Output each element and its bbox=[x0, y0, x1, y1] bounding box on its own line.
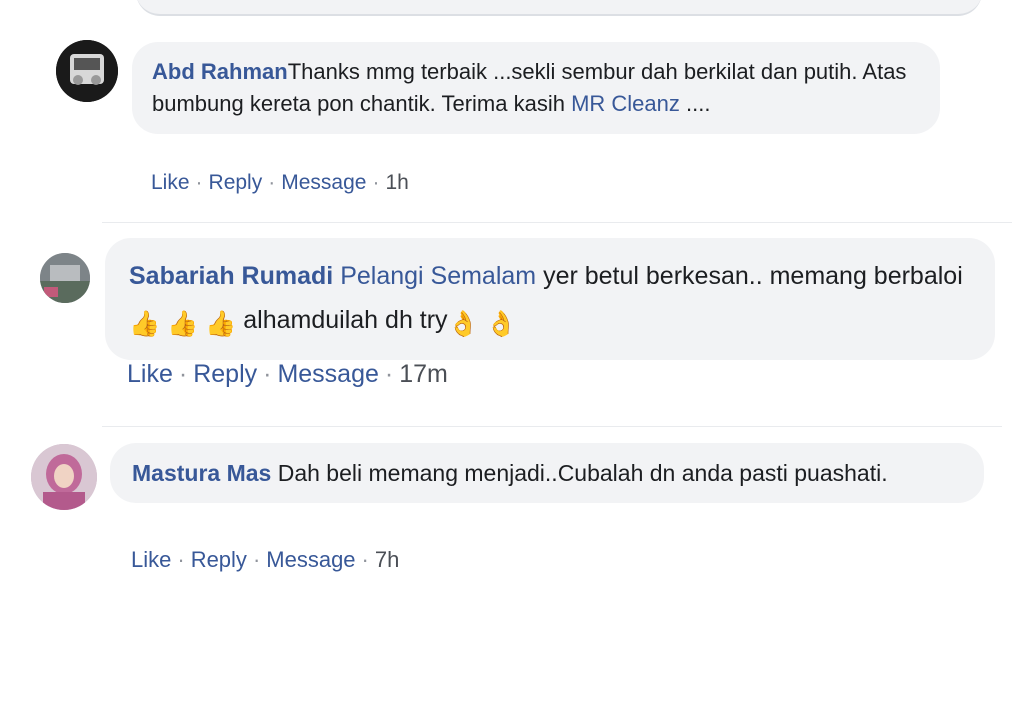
message-button[interactable]: Message bbox=[277, 360, 378, 388]
avatar-image bbox=[31, 444, 97, 510]
separator: · bbox=[268, 171, 276, 194]
comment-author[interactable]: Mastura Mas bbox=[132, 460, 271, 486]
comment-divider bbox=[102, 426, 1002, 427]
comment-actions: Like · Reply · Message · 7h bbox=[131, 547, 399, 573]
like-button[interactable]: Like bbox=[127, 360, 173, 388]
separator: · bbox=[178, 360, 188, 388]
comment-actions: Like · Reply · Message · 1h bbox=[151, 171, 409, 195]
mention-link[interactable]: MR Cleanz bbox=[571, 91, 680, 116]
separator: · bbox=[361, 547, 369, 572]
thumbs-up-icon: 👍 bbox=[205, 310, 237, 338]
separator: · bbox=[177, 547, 185, 572]
reply-button[interactable]: Reply bbox=[191, 547, 247, 572]
avatar[interactable] bbox=[56, 40, 118, 102]
separator: · bbox=[384, 360, 394, 388]
ok-hand-icon: 👌 bbox=[485, 310, 517, 338]
comment-timestamp[interactable]: 1h bbox=[385, 171, 408, 194]
separator: · bbox=[263, 360, 272, 388]
avatar[interactable] bbox=[31, 444, 97, 510]
reply-button[interactable]: Reply bbox=[209, 171, 263, 194]
separator: · bbox=[195, 171, 203, 194]
message-button[interactable]: Message bbox=[281, 171, 366, 194]
comment-bubble: Mastura Mas Dah beli memang menjadi..Cub… bbox=[110, 443, 984, 503]
comment-text: Dah beli memang menjadi..Cubalah dn anda… bbox=[277, 460, 888, 486]
comment-timestamp[interactable]: 7h bbox=[375, 547, 399, 572]
avatar[interactable] bbox=[40, 253, 90, 303]
reply-button[interactable]: Reply bbox=[193, 360, 257, 388]
thumbs-up-icon: 👍 bbox=[129, 310, 161, 338]
comment-text-tail: alhamduilah dh try bbox=[236, 306, 448, 334]
separator: · bbox=[252, 547, 261, 572]
like-button[interactable]: Like bbox=[151, 171, 190, 194]
avatar-image bbox=[40, 253, 90, 303]
comment-bubble: Sabariah Rumadi Pelangi Semalam yer betu… bbox=[105, 238, 995, 360]
avatar-image bbox=[56, 40, 118, 102]
comment-text-tail: .... bbox=[679, 91, 711, 116]
comment-text: yer betul berkesan.. memang berbaloi bbox=[536, 262, 963, 290]
comment-divider bbox=[102, 222, 1012, 223]
previous-comment-bubble-edge bbox=[136, 0, 982, 16]
comment-author[interactable]: Sabariah Rumadi bbox=[129, 262, 333, 290]
separator: · bbox=[372, 171, 380, 194]
like-button[interactable]: Like bbox=[131, 547, 171, 572]
thumbs-up-icon: 👍 bbox=[167, 310, 199, 338]
mention-link[interactable]: Pelangi Semalam bbox=[340, 262, 536, 290]
message-button[interactable]: Message bbox=[266, 547, 355, 572]
ok-hand-icon: 👌 bbox=[447, 310, 479, 338]
comment-bubble: Abd RahmanThanks mmg terbaik ...sekli se… bbox=[132, 42, 940, 134]
comment-timestamp[interactable]: 17m bbox=[399, 360, 448, 388]
comment-actions: Like · Reply · Message · 17m bbox=[127, 360, 448, 389]
comment-author[interactable]: Abd Rahman bbox=[152, 59, 288, 84]
